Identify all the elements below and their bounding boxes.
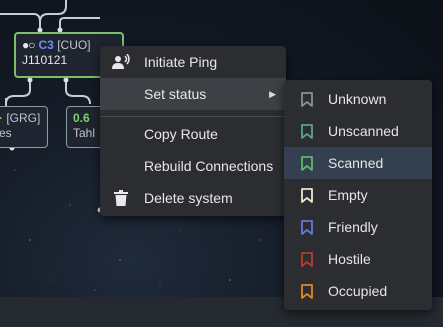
menu-item-initiate-ping[interactable]: Initiate Ping — [100, 46, 286, 78]
effect-tag: [CUO] — [57, 38, 91, 52]
bookmark-icon — [298, 90, 316, 108]
menu-item-copy-route[interactable]: Copy Route — [100, 118, 286, 150]
status-item-unscanned[interactable]: Unscanned — [284, 115, 432, 147]
status-item-hostile[interactable]: Hostile — [284, 243, 432, 275]
bookmark-icon — [298, 186, 316, 204]
status-item-label: Unknown — [328, 91, 387, 107]
status-item-label: Hostile — [328, 251, 371, 267]
status-item-scanned[interactable]: Scanned — [284, 147, 432, 179]
system-name: J110121 — [22, 53, 68, 67]
bookmark-icon — [298, 218, 316, 236]
menu-item-set-status[interactable]: Set status ▶ — [100, 78, 286, 110]
effect-tag: [GRG] — [6, 111, 41, 125]
menu-item-delete-system[interactable]: Delete system — [100, 182, 286, 214]
menu-item-label: Copy Route — [144, 126, 218, 142]
menu-item-label: Set status — [144, 86, 207, 102]
security-class: 0.6 — [73, 111, 90, 125]
status-item-label: Friendly — [328, 219, 378, 235]
system-name: Tahl — [73, 126, 96, 140]
structure-dots-icon: ●○ — [22, 38, 35, 52]
menu-item-label: Rebuild Connections — [144, 158, 274, 174]
bookmark-icon — [298, 250, 316, 268]
menu-item-label: Initiate Ping — [144, 54, 218, 70]
status-item-occupied[interactable]: Occupied — [284, 275, 432, 307]
status-item-empty[interactable]: Empty — [284, 179, 432, 211]
bookmark-icon — [298, 282, 316, 300]
system-name: es — [0, 126, 12, 140]
status-submenu: Unknown Unscanned Scanned Empty Friendly Host… — [284, 80, 432, 310]
status-item-label: Scanned — [328, 155, 384, 171]
menu-separator — [100, 116, 286, 117]
menu-item-label: Delete system — [144, 190, 233, 206]
trash-icon — [112, 189, 130, 207]
bookmark-icon — [298, 154, 316, 172]
status-item-friendly[interactable]: Friendly — [284, 211, 432, 243]
status-item-label: Occupied — [328, 283, 388, 299]
status-item-label: Empty — [328, 187, 368, 203]
menu-item-rebuild-connections[interactable]: Rebuild Connections — [100, 150, 286, 182]
chevron-right-icon: ▶ — [269, 88, 276, 99]
map-node-grg[interactable]: · [GRG] es — [0, 106, 48, 148]
context-menu: Initiate Ping Set status ▶ Copy Route Re… — [100, 46, 286, 216]
security-class: C3 — [38, 38, 54, 52]
security-class: · — [0, 111, 3, 125]
status-item-unknown[interactable]: Unknown — [284, 83, 432, 115]
ping-icon — [112, 53, 130, 71]
status-item-label: Unscanned — [328, 123, 399, 139]
bookmark-icon — [298, 122, 316, 140]
